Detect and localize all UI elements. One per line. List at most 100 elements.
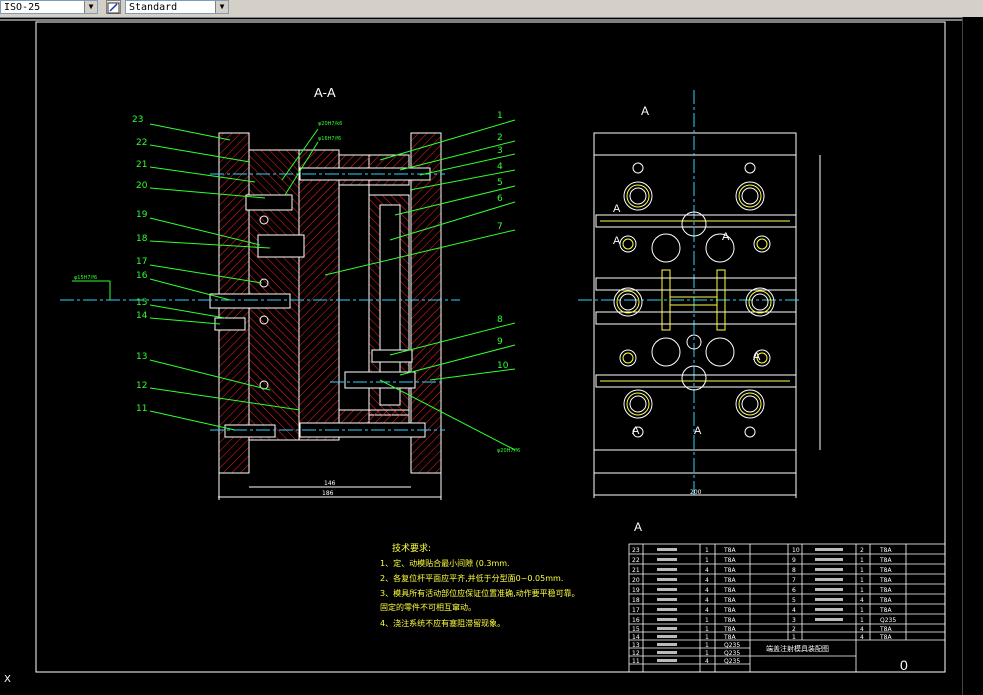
chevron-down-icon[interactable]: ▼	[84, 1, 97, 13]
bom-qty: 4	[860, 626, 864, 633]
bom-row-number: 18	[632, 597, 640, 604]
bom-row-number: 3	[792, 617, 796, 624]
bom-row-number: 20	[632, 577, 640, 584]
bom-row-number: 2	[792, 626, 796, 633]
callout-11: 11	[136, 404, 147, 414]
bom-row-number: 13	[632, 642, 640, 649]
callout-15: 15	[136, 298, 147, 308]
tech-note-3: 3、模具所有活动部位应保证位置准确,动作要平稳可靠。	[380, 588, 580, 598]
section-marker-a1: A	[613, 203, 621, 215]
bom-material: T8A	[879, 587, 892, 594]
tech-title: 技术要求:	[392, 542, 431, 554]
fit-label-3: φ15H7/f6	[74, 275, 97, 281]
callout-12: 12	[136, 381, 147, 391]
title-block-name: 端盖注射模具装配图	[766, 644, 829, 653]
bom-left-numbers: 23 22 21 20 19 18 17 16 15 14 13 12 11	[632, 547, 640, 665]
section-marker-top: A	[641, 104, 649, 118]
bom-material: T8A	[723, 547, 736, 554]
bom-material: T8A	[879, 597, 892, 604]
section-marker-a5: A	[694, 425, 702, 437]
callout-21: 21	[136, 160, 147, 170]
dim-width-inner: 146	[324, 480, 336, 487]
bom-qty: 4	[705, 597, 709, 604]
callout-13: 13	[136, 352, 147, 362]
section-marker-a3: A	[722, 231, 730, 243]
bom-row-number: 19	[632, 587, 640, 594]
bom-row-number: 21	[632, 567, 640, 574]
bom-qty: 1	[860, 587, 864, 594]
callout-22: 22	[136, 138, 147, 148]
bom-material: Q235	[880, 617, 896, 624]
bom-qty: 4	[705, 577, 709, 584]
bom-qty: 1	[705, 650, 709, 657]
bom-row-number: 1	[792, 634, 796, 641]
bom-qty: 2	[860, 547, 864, 554]
section-marker-a2: A	[613, 235, 621, 247]
bom-material: T8A	[879, 607, 892, 614]
bom-material: T8A	[879, 567, 892, 574]
bom-material: Q235	[724, 642, 740, 649]
fit-label-4: φ20H7/f6	[497, 448, 520, 454]
callout-9: 9	[497, 337, 503, 347]
bom-left-material: T8A T8A T8A T8A T8A T8A T8A T8A T8A T8A …	[723, 547, 740, 665]
bom-row-number: 16	[632, 617, 640, 624]
fit-label-1: φ20H7/k6	[318, 121, 342, 127]
bom-row-number: 22	[632, 557, 640, 564]
bom-qty: 1	[705, 617, 709, 624]
section-marker-a4: A	[753, 351, 761, 363]
callout-8: 8	[497, 315, 503, 325]
bom-qty: 1	[860, 557, 864, 564]
callout-14: 14	[136, 311, 148, 321]
bom-left-qty: 1 1 4 4 4 4 4 1 1 1 1 1 4	[705, 547, 709, 665]
dimension-style-value: ISO-25	[4, 2, 41, 13]
bom-material: T8A	[723, 587, 736, 594]
drawing-canvas[interactable]: A-A 146 186 23 22 21 20 19 18 17 16 15 1…	[0, 17, 963, 689]
bom-row-number: 10	[792, 547, 800, 554]
bom-qty: 4	[705, 607, 709, 614]
callout-10: 10	[497, 361, 509, 371]
bom-qty: 1	[860, 577, 864, 584]
callout-4: 4	[497, 162, 503, 172]
bom-row-number: 9	[792, 557, 796, 564]
callout-19: 19	[136, 210, 148, 220]
bom-row-number: 6	[792, 587, 796, 594]
bom-material: T8A	[723, 567, 736, 574]
callout-6: 6	[497, 194, 503, 204]
callout-1: 1	[497, 111, 503, 121]
dimension-style-select[interactable]: ISO-25 ▼	[0, 0, 98, 14]
bom-qty: 4	[860, 634, 864, 641]
bom-material: T8A	[723, 577, 736, 584]
bom-material: T8A	[879, 557, 892, 564]
text-style-select[interactable]: Standard ▼	[125, 0, 229, 14]
bom-material: T8A	[723, 617, 736, 624]
callout-20: 20	[136, 181, 148, 191]
callout-23: 23	[132, 115, 143, 125]
bom-qty: 1	[705, 547, 709, 554]
callout-17: 17	[136, 257, 147, 267]
bom-material: T8A	[723, 597, 736, 604]
dim-right-bottom: 200	[690, 489, 702, 496]
callout-7: 7	[497, 222, 503, 232]
callout-16: 16	[136, 271, 148, 281]
text-style-icon[interactable]	[106, 0, 121, 14]
bom-row-number: 23	[632, 547, 640, 554]
tech-note-1: 1、定、动模贴合最小间隙 (0.3mm.	[380, 558, 510, 568]
callout-5: 5	[497, 178, 503, 188]
tech-note-5: 4、浇注系统不应有塞阻滞留现象。	[380, 618, 505, 628]
bom-qty: 1	[860, 607, 864, 614]
tech-note-4: 固定的零件不可相互窜动。	[380, 602, 476, 612]
bom-row-number: 15	[632, 626, 640, 633]
bom-material: T8A	[879, 626, 892, 633]
text-style-value: Standard	[129, 2, 178, 13]
bom-qty: 4	[705, 567, 709, 574]
bom-material: T8A	[879, 547, 892, 554]
chevron-down-icon[interactable]: ▼	[215, 1, 228, 13]
bom-qty: 1	[705, 626, 709, 633]
right-scroll-area[interactable]	[962, 17, 983, 695]
section-title: A-A	[314, 85, 336, 100]
bom-qty: 1	[860, 567, 864, 574]
bom-row-number: 8	[792, 567, 796, 574]
callout-3: 3	[497, 146, 503, 156]
bom-material: T8A	[723, 634, 736, 641]
bom-material: Q235	[724, 650, 740, 657]
